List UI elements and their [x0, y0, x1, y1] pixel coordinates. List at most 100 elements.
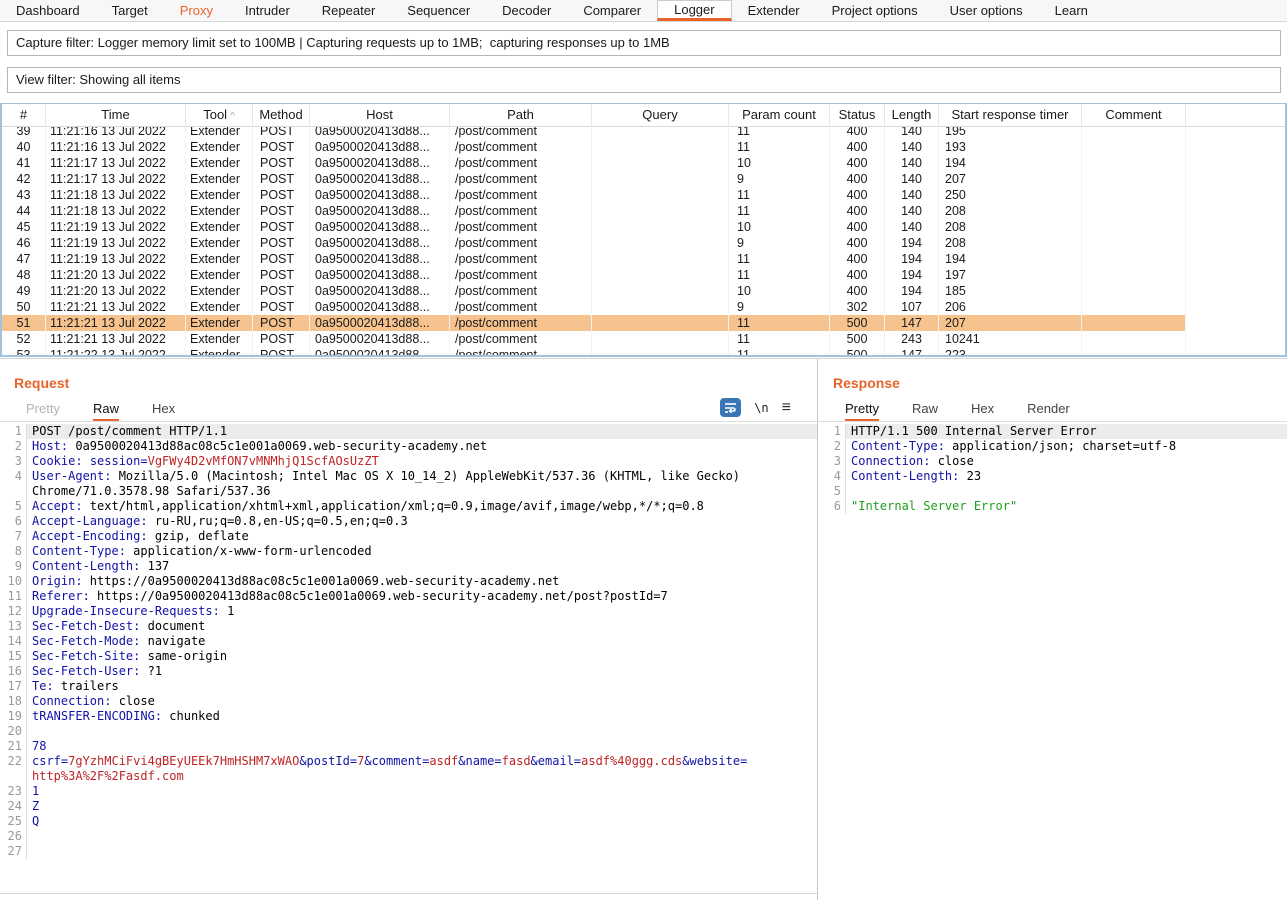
tab-pretty[interactable]: Pretty — [26, 401, 60, 421]
column-header-method[interactable]: Method — [253, 104, 310, 127]
editor-line[interactable]: 12Upgrade-Insecure-Requests: 1 — [0, 604, 817, 619]
editor-line[interactable]: 4Content-Length: 23 — [819, 469, 1287, 484]
column-header-start-response-timer[interactable]: Start response timer — [939, 104, 1082, 127]
editor-line[interactable]: 6"Internal Server Error" — [819, 499, 1287, 514]
table-row[interactable]: 4311:21:18 13 Jul 2022ExtenderPOST0a9500… — [2, 187, 1186, 203]
menu-tab-extender[interactable]: Extender — [732, 0, 816, 21]
column-header-host[interactable]: Host — [310, 104, 450, 127]
tab-hex[interactable]: Hex — [971, 401, 994, 421]
editor-line[interactable]: 14Sec-Fetch-Mode: navigate — [0, 634, 817, 649]
editor-line[interactable]: Chrome/71.0.3578.98 Safari/537.36 — [0, 484, 817, 499]
table-row[interactable]: 4111:21:17 13 Jul 2022ExtenderPOST0a9500… — [2, 155, 1186, 171]
table-cell-status: 400 — [830, 235, 885, 251]
table-row[interactable]: 4611:21:19 13 Jul 2022ExtenderPOST0a9500… — [2, 235, 1186, 251]
table-row[interactable]: 4811:21:20 13 Jul 2022ExtenderPOST0a9500… — [2, 267, 1186, 283]
editor-line[interactable]: 19tRANSFER-ENCODING: chunked — [0, 709, 817, 724]
table-cell-length: 194 — [885, 235, 939, 251]
column-header-param-count[interactable]: Param count — [729, 104, 830, 127]
editor-line[interactable]: 16Sec-Fetch-User: ?1 — [0, 664, 817, 679]
editor-line[interactable]: 10Origin: https://0a9500020413d88ac08c5c… — [0, 574, 817, 589]
editor-line[interactable]: 15Sec-Fetch-Site: same-origin — [0, 649, 817, 664]
table-row[interactable]: 5311:21:22 13 Jul 2022ExtenderPOST0a9500… — [2, 347, 1186, 356]
table-row[interactable]: 5211:21:21 13 Jul 2022ExtenderPOST0a9500… — [2, 331, 1186, 347]
table-cell-length: 140 — [885, 139, 939, 155]
editor-line[interactable]: 2Host: 0a9500020413d88ac08c5c1e001a0069.… — [0, 439, 817, 454]
menu-tab-logger[interactable]: Logger — [657, 0, 731, 21]
editor-line[interactable]: 11Referer: https://0a9500020413d88ac08c5… — [0, 589, 817, 604]
table-row[interactable]: 4911:21:20 13 Jul 2022ExtenderPOST0a9500… — [2, 283, 1186, 299]
column-header-[interactable]: # — [2, 104, 46, 127]
table-row[interactable]: 4711:21:19 13 Jul 2022ExtenderPOST0a9500… — [2, 251, 1186, 267]
editor-line[interactable]: 24Z — [0, 799, 817, 814]
menu-tab-repeater[interactable]: Repeater — [306, 0, 391, 21]
tab-hex[interactable]: Hex — [152, 401, 175, 421]
menu-tab-intruder[interactable]: Intruder — [229, 0, 306, 21]
editor-line[interactable]: 17Te: trailers — [0, 679, 817, 694]
table-row[interactable]: 3911:21:16 13 Jul 2022ExtenderPOST0a9500… — [2, 127, 1186, 139]
menu-tab-project-options[interactable]: Project options — [816, 0, 934, 21]
menu-tab-target[interactable]: Target — [96, 0, 164, 21]
table-row[interactable]: 4411:21:18 13 Jul 2022ExtenderPOST0a9500… — [2, 203, 1186, 219]
editor-line[interactable]: 6Accept-Language: ru-RU,ru;q=0.8,en-US;q… — [0, 514, 817, 529]
table-row[interactable]: 4511:21:19 13 Jul 2022ExtenderPOST0a9500… — [2, 219, 1186, 235]
newline-icon[interactable]: \n — [754, 401, 768, 415]
editor-line[interactable]: 9Content-Length: 137 — [0, 559, 817, 574]
column-header-status[interactable]: Status — [830, 104, 885, 127]
table-row[interactable]: 4211:21:17 13 Jul 2022ExtenderPOST0a9500… — [2, 171, 1186, 187]
editor-line[interactable]: 1HTTP/1.1 500 Internal Server Error — [819, 424, 1287, 439]
menu-tab-comparer[interactable]: Comparer — [567, 0, 657, 21]
editor-line[interactable]: 3Connection: close — [819, 454, 1287, 469]
editor-line[interactable]: 5Accept: text/html,application/xhtml+xml… — [0, 499, 817, 514]
editor-line[interactable]: 5 — [819, 484, 1287, 499]
editor-line[interactable]: 2Content-Type: application/json; charset… — [819, 439, 1287, 454]
editor-line[interactable]: 26 — [0, 829, 817, 844]
column-header-comment[interactable]: Comment — [1082, 104, 1186, 127]
table-row[interactable]: 4011:21:16 13 Jul 2022ExtenderPOST0a9500… — [2, 139, 1186, 155]
column-header-tool[interactable]: Tool^ — [186, 104, 253, 127]
table-cell-method: POST — [253, 299, 310, 315]
editor-line[interactable]: 13Sec-Fetch-Dest: document — [0, 619, 817, 634]
menu-tab-dashboard[interactable]: Dashboard — [0, 0, 96, 21]
table-cell-host: 0a9500020413d88... — [310, 347, 450, 356]
table-row[interactable]: 5011:21:21 13 Jul 2022ExtenderPOST0a9500… — [2, 299, 1186, 315]
table-cell-tool: Extender — [186, 347, 253, 356]
word-wrap-icon[interactable] — [720, 398, 741, 417]
menu-tab-learn[interactable]: Learn — [1039, 0, 1104, 21]
table-cell-time: 11:21:18 13 Jul 2022 — [46, 203, 186, 219]
tab-render[interactable]: Render — [1027, 401, 1070, 421]
editor-line[interactable]: 1POST /post/comment HTTP/1.1 — [0, 424, 817, 439]
editor-line[interactable]: 20 — [0, 724, 817, 739]
editor-line[interactable]: 22csrf=7gYzhMCiFvi4gBEyUEEk7HmHSHM7xWAO&… — [0, 754, 817, 769]
capture-filter-bar[interactable]: Capture filter: Logger memory limit set … — [7, 30, 1281, 56]
column-header-length[interactable]: Length — [885, 104, 939, 127]
column-header-time[interactable]: Time — [46, 104, 186, 127]
menu-tab-user-options[interactable]: User options — [934, 0, 1039, 21]
editor-line[interactable]: 27 — [0, 844, 817, 859]
menu-tab-proxy[interactable]: Proxy — [164, 0, 229, 21]
editor-line[interactable]: 8Content-Type: application/x-www-form-ur… — [0, 544, 817, 559]
table-cell-host: 0a9500020413d88... — [310, 235, 450, 251]
editor-line[interactable]: 25Q — [0, 814, 817, 829]
column-header-path[interactable]: Path — [450, 104, 592, 127]
editor-line[interactable]: 4User-Agent: Mozilla/5.0 (Macintosh; Int… — [0, 469, 817, 484]
editor-line[interactable]: 18Connection: close — [0, 694, 817, 709]
column-header-query[interactable]: Query — [592, 104, 729, 127]
tab-pretty[interactable]: Pretty — [845, 401, 879, 421]
tab-raw[interactable]: Raw — [912, 401, 938, 421]
editor-line[interactable]: 2178 — [0, 739, 817, 754]
editor-line[interactable]: http%3A%2F%2Fasdf.com — [0, 769, 817, 784]
response-editor[interactable]: 1HTTP/1.1 500 Internal Server Error2Cont… — [819, 421, 1287, 894]
line-number: 21 — [0, 739, 27, 754]
menu-tab-decoder[interactable]: Decoder — [486, 0, 567, 21]
view-filter-bar[interactable]: View filter: Showing all items — [7, 67, 1281, 93]
editor-line[interactable]: 7Accept-Encoding: gzip, deflate — [0, 529, 817, 544]
table-cell-host: 0a9500020413d88... — [310, 203, 450, 219]
tab-raw[interactable]: Raw — [93, 401, 119, 421]
line-number: 27 — [0, 844, 27, 859]
editor-menu-icon[interactable]: ≡ — [782, 398, 791, 417]
editor-line[interactable]: 3Cookie: session=VgFWy4D2vMfON7vMNMhjQ1S… — [0, 454, 817, 469]
editor-line[interactable]: 231 — [0, 784, 817, 799]
request-editor[interactable]: 1POST /post/comment HTTP/1.12Host: 0a950… — [0, 421, 817, 894]
table-row[interactable]: 5111:21:21 13 Jul 2022ExtenderPOST0a9500… — [2, 315, 1186, 331]
menu-tab-sequencer[interactable]: Sequencer — [391, 0, 486, 21]
